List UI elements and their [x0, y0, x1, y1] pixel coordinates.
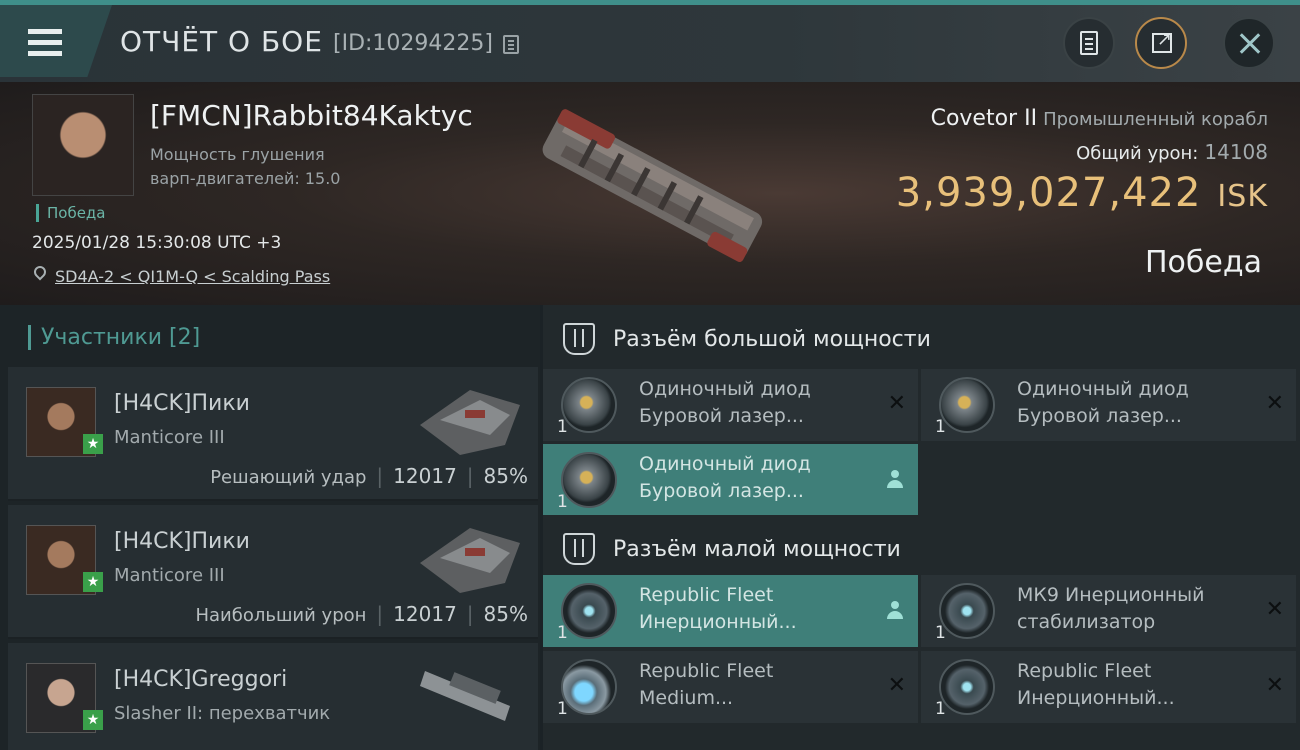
top-bar: ОТЧЁТ О БОЕ [ID:10294225] — [0, 0, 1300, 82]
destroyed-icon: ✕ — [1265, 391, 1284, 416]
participant-row[interactable]: ★ [H4CK]Пики Manticore III Наибольший ур… — [8, 505, 538, 639]
module-slot[interactable]: 1 МК9 Инерционный стабилизатор ✕ — [921, 575, 1296, 647]
participant-ship-image — [420, 390, 520, 455]
inertial-stabilizer-icon — [939, 659, 995, 715]
participant-ship: Slasher II: перехватчик — [114, 703, 331, 724]
copy-icon[interactable] — [503, 35, 519, 54]
share-button[interactable] — [1135, 17, 1187, 69]
participant-name: [H4CK]Greggori — [114, 667, 288, 692]
participant-name: [H4CK]Пики — [114, 529, 250, 554]
mining-laser-icon — [561, 377, 617, 433]
low-slot-header: Разъём малой мощности — [543, 515, 1300, 581]
participants-title: Участники [2] — [28, 325, 200, 350]
isk-value: 3,939,027,422 ISK — [895, 170, 1268, 216]
location-pin-icon — [31, 263, 49, 281]
clipboard-icon — [1080, 31, 1098, 55]
mining-laser-icon — [561, 452, 617, 508]
star-icon: ★ — [83, 434, 103, 454]
dropped-person-icon — [886, 601, 904, 621]
star-icon: ★ — [83, 710, 103, 730]
participant-stats: Наибольший урон | 12017 | 85% — [195, 602, 528, 626]
destroyed-icon: ✕ — [1265, 597, 1284, 622]
kill-datetime: 2025/01/28 15:30:08 UTC +3 — [32, 233, 282, 253]
module-name: Одиночный диод Буровой лазер... — [639, 378, 811, 427]
participant-ship-image — [420, 671, 510, 721]
menu-button[interactable] — [0, 5, 112, 77]
module-name: Republic Fleet Инерционный... — [639, 584, 797, 633]
module-name: Republic Fleet Medium... — [639, 660, 774, 709]
ship-class: Промышленный корабл — [1043, 109, 1268, 130]
total-damage: Общий урон: 14108 — [1076, 140, 1268, 164]
scram-strength: Мощность глушения варп-двигателей: 15.0 — [150, 145, 341, 188]
result-badge: Победа — [36, 204, 106, 222]
victim-avatar[interactable] — [32, 94, 134, 196]
shield-module-icon — [561, 659, 617, 715]
module-slot[interactable]: 1 Republic Fleet Инерционный... — [543, 575, 918, 647]
menu-icon — [28, 29, 62, 62]
inertial-stabilizer-icon — [561, 583, 617, 639]
victim-header: [FMCN]Rabbit84Kaktyc Мощность глушения в… — [0, 82, 1300, 305]
page-title: ОТЧЁТ О БОЕ — [120, 25, 323, 58]
inertial-stabilizer-icon — [939, 583, 995, 639]
module-slot[interactable]: 1 Republic Fleet Medium... ✕ — [543, 651, 918, 723]
module-name: Одиночный диод Буровой лазер... — [639, 453, 811, 502]
report-id: [ID:10294225] — [333, 31, 493, 56]
clipboard-button[interactable] — [1063, 17, 1115, 69]
participant-name: [H4CK]Пики — [114, 391, 250, 416]
victim-ship-image — [542, 109, 763, 263]
module-slot[interactable]: 1 Одиночный диод Буровой лазер... ✕ — [921, 369, 1296, 441]
participant-stats: Решающий удар | 12017 | 85% — [210, 464, 528, 488]
module-slot[interactable]: 1 Одиночный диод Буровой лазер... ✕ — [543, 369, 918, 441]
module-name: Одиночный диод Буровой лазер... — [1017, 378, 1189, 427]
participants-panel: Участники [2] ★ [H4CK]Пики Manticore III… — [0, 305, 540, 750]
participant-row[interactable]: ★ [H4CK]Greggori Slasher II: перехватчик — [8, 643, 538, 750]
module-slot[interactable]: 1 Одиночный диод Буровой лазер... — [543, 444, 918, 516]
location-link[interactable]: SD4A-2 < QI1M-Q < Scalding Pass — [55, 267, 330, 286]
destroyed-icon: ✕ — [1265, 673, 1284, 698]
participant-ship-image — [420, 528, 520, 593]
share-icon — [1152, 29, 1172, 53]
fitting-panel: Разъём большой мощности 1 Одиночный диод… — [543, 305, 1300, 750]
high-slot-header: Разъём большой мощности — [543, 305, 1300, 371]
module-slot[interactable]: 1 Republic Fleet Инерционный... ✕ — [921, 651, 1296, 723]
participant-ship: Manticore III — [114, 427, 225, 448]
high-slot-icon — [563, 323, 595, 355]
destroyed-icon: ✕ — [887, 391, 906, 416]
dropped-person-icon — [886, 470, 904, 490]
participant-ship: Manticore III — [114, 565, 225, 586]
victim-name[interactable]: [FMCN]Rabbit84Kaktyc — [150, 99, 473, 132]
mining-laser-icon — [939, 377, 995, 433]
low-slot-icon — [563, 533, 595, 565]
module-name: Republic Fleet Инерционный... — [1017, 660, 1175, 709]
close-button[interactable] — [1223, 17, 1275, 69]
outcome-label: Победа — [1145, 245, 1262, 280]
victim-ship-name: Covetor II Промышленный корабл — [930, 106, 1268, 131]
module-name: МК9 Инерционный стабилизатор — [1017, 584, 1205, 633]
destroyed-icon: ✕ — [887, 673, 906, 698]
star-icon: ★ — [83, 572, 103, 592]
participant-row[interactable]: ★ [H4CK]Пики Manticore III Решающий удар… — [8, 367, 538, 501]
